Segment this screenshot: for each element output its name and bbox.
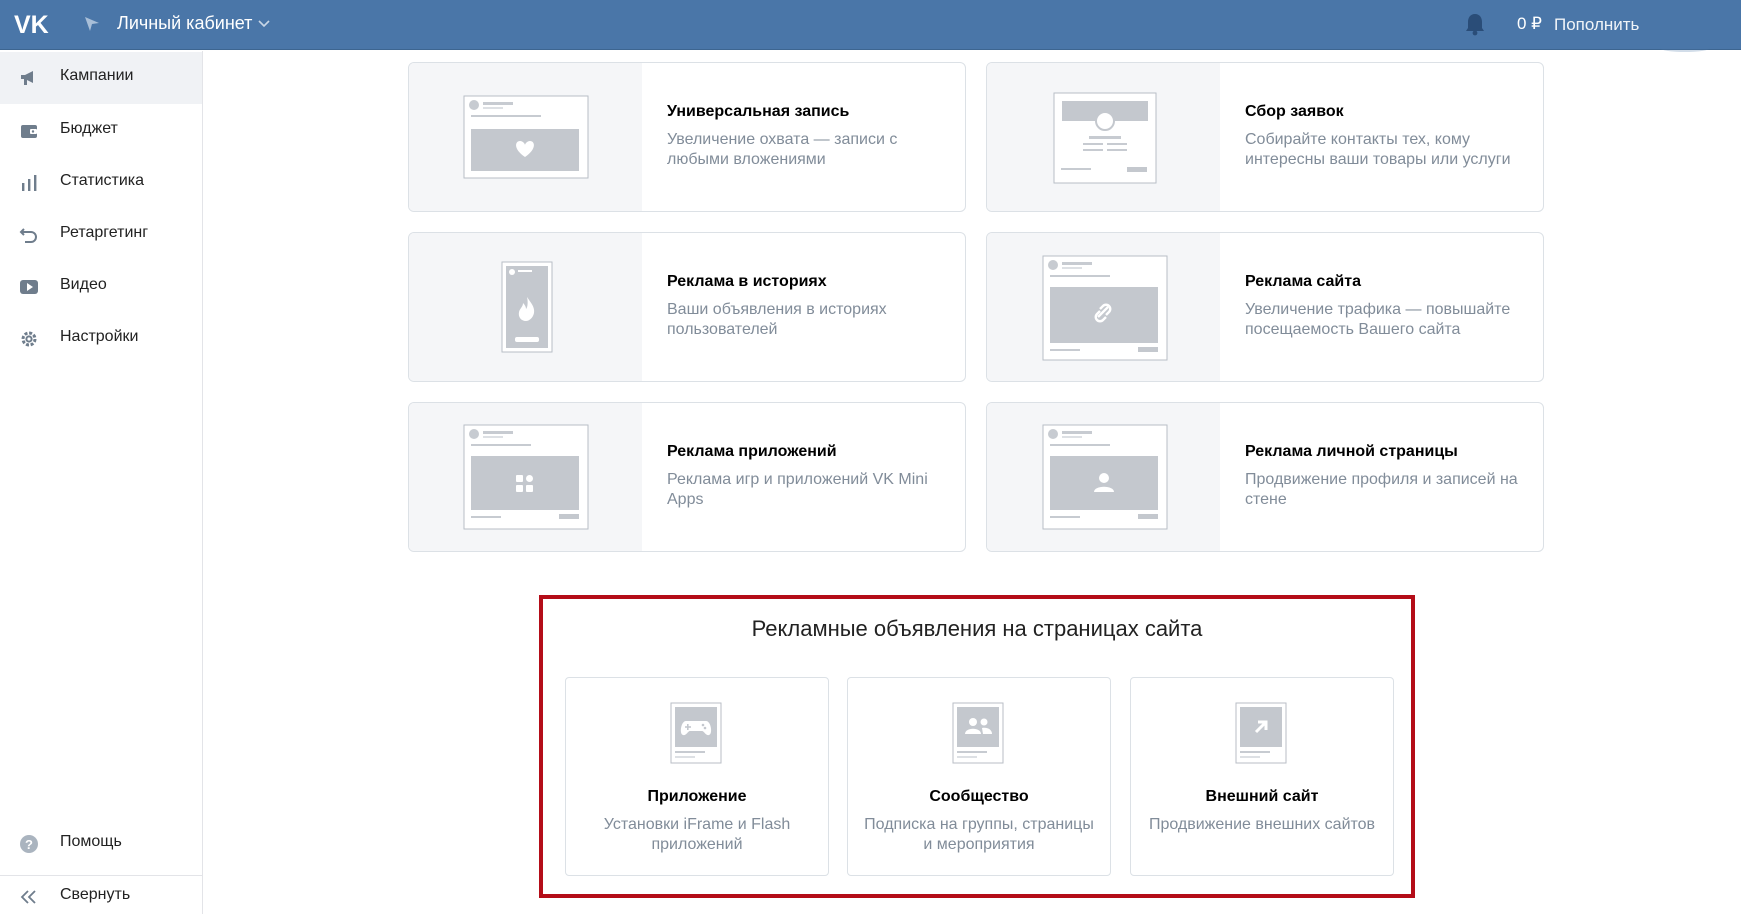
sidebar-item-campaigns[interactable]: Кампании	[0, 52, 202, 104]
card-description: Продвижение профиля и записей на стене	[1245, 471, 1518, 508]
card-lead-collection[interactable]: Сбор заявок Собирайте контакты тех, кому…	[986, 62, 1544, 212]
vk-logo-icon[interactable]: VK	[13, 11, 51, 37]
card-profile-ad[interactable]: Реклама личной страницы Продвижение проф…	[986, 402, 1544, 552]
card-title: Реклама в историях	[667, 273, 827, 290]
sidebar: Кампании Бюджет Статистика Ретаргетинг В…	[0, 51, 203, 914]
svg-text:?: ?	[25, 837, 33, 852]
help-icon: ?	[20, 835, 38, 853]
card-title: Сбор заявок	[1245, 103, 1344, 120]
megaphone-icon	[21, 71, 33, 85]
top-header: VK Личный кабинет 0 ₽ Пополнить	[0, 0, 1741, 52]
gear-icon	[21, 331, 37, 347]
site-ad-description: Подписка на группы, страницы и мероприят…	[864, 816, 1094, 853]
profile-post-icon	[1042, 424, 1168, 530]
external-arrow-icon	[1235, 702, 1287, 764]
heart-post-icon	[463, 95, 589, 179]
card-description: Собирайте контакты тех, кому интересны в…	[1245, 131, 1511, 168]
section-title: Рекламные объявления на страницах сайта	[751, 616, 1203, 641]
topup-link[interactable]: Пополнить	[1554, 15, 1639, 35]
header-decoration	[1660, 44, 1710, 52]
card-thumbnail	[409, 63, 642, 211]
sidebar-item-label: Бюджет	[60, 120, 118, 137]
wallet-icon	[21, 125, 37, 138]
card-description: Реклама игр и приложений VK Mini Apps	[667, 471, 928, 508]
story-fire-icon	[501, 261, 553, 353]
sidebar-item-budget[interactable]: Бюджет	[0, 105, 202, 157]
card-stories-ad[interactable]: Реклама в историях Ваши объявления в ист…	[408, 232, 966, 382]
card-apps-ad[interactable]: Реклама приложений Реклама игр и приложе…	[408, 402, 966, 552]
apps-post-icon	[463, 424, 589, 530]
chevron-down-icon	[258, 19, 270, 27]
cabinet-dropdown[interactable]: Личный кабинет	[117, 13, 270, 34]
location-arrow-icon	[85, 17, 99, 31]
community-icon	[952, 702, 1004, 764]
video-play-icon	[20, 280, 38, 294]
link-post-icon	[1042, 255, 1168, 361]
sidebar-item-label: Настройки	[60, 328, 139, 345]
site-ad-title: Приложение	[647, 788, 747, 805]
lead-form-icon	[1053, 92, 1157, 184]
card-title: Реклама приложений	[667, 443, 837, 460]
card-description: Увеличение охвата — записи с любыми влож…	[667, 131, 898, 168]
bar-chart-icon	[22, 175, 37, 191]
card-title: Реклама сайта	[1245, 273, 1361, 290]
sidebar-item-label: Ретаргетинг	[60, 224, 149, 241]
site-ad-description: Продвижение внешних сайтов	[1148, 816, 1376, 833]
card-title: Универсальная запись	[667, 103, 850, 120]
sidebar-item-label: Кампании	[60, 67, 134, 84]
sidebar-item-retargeting[interactable]: Ретаргетинг	[0, 209, 202, 261]
card-site-ad[interactable]: Реклама сайта Увеличение трафика — повыш…	[986, 232, 1544, 382]
card-description: Ваши объявления в историях пользователей	[667, 301, 887, 338]
site-ad-title: Внешний сайт	[1205, 788, 1319, 805]
sidebar-item-label: Видео	[60, 276, 107, 293]
bell-icon[interactable]	[1464, 12, 1486, 36]
sidebar-item-help[interactable]: ? Помощь	[0, 818, 202, 870]
card-thumbnail	[409, 233, 642, 381]
double-chevron-left-icon	[20, 890, 36, 904]
retarget-arrow-icon	[19, 228, 37, 243]
cabinet-label: Личный кабинет	[117, 13, 253, 33]
sidebar-item-label: Статистика	[60, 172, 145, 189]
sidebar-collapse-button[interactable]: Свернуть	[0, 871, 202, 914]
balance-value: 0 ₽	[1517, 14, 1542, 33]
site-ad-community[interactable]: Сообщество Подписка на группы, страницы …	[847, 677, 1111, 876]
gamepad-icon	[670, 702, 722, 764]
site-ad-external[interactable]: Внешний сайт Продвижение внешних сайтов	[1130, 677, 1394, 876]
site-ad-app[interactable]: Приложение Установки iFrame и Flash прил…	[565, 677, 829, 876]
card-thumbnail	[987, 233, 1220, 381]
svg-text:VK: VK	[14, 11, 49, 37]
site-ads-section: Рекламные объявления на страницах сайта …	[539, 595, 1415, 898]
card-description: Увеличение трафика — повышайте посещаемо…	[1245, 301, 1511, 338]
sidebar-item-video[interactable]: Видео	[0, 261, 202, 313]
sidebar-item-label: Свернуть	[60, 886, 131, 903]
sidebar-item-settings[interactable]: Настройки	[0, 313, 202, 365]
card-thumbnail	[987, 63, 1220, 211]
sidebar-item-statistics[interactable]: Статистика	[0, 157, 202, 209]
site-ad-description: Установки iFrame и Flash приложений	[603, 816, 791, 853]
site-ad-title: Сообщество	[929, 788, 1029, 805]
sidebar-item-label: Помощь	[60, 833, 122, 850]
card-title: Реклама личной страницы	[1245, 443, 1458, 460]
card-thumbnail	[987, 403, 1220, 551]
card-universal-post[interactable]: Универсальная запись Увеличение охвата —…	[408, 62, 966, 212]
card-thumbnail	[409, 403, 642, 551]
